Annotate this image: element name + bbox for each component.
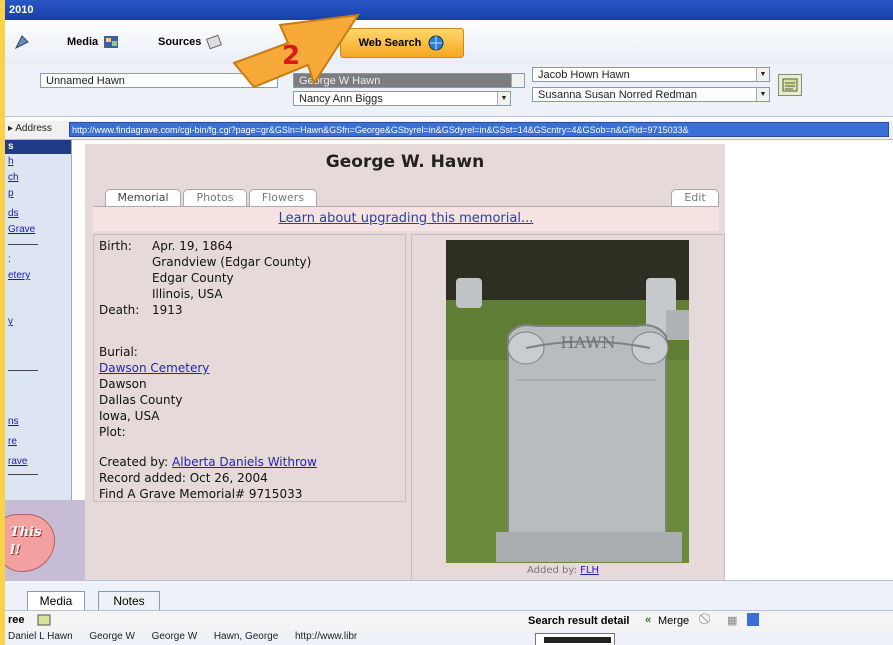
promo-heart[interactable]: This l!: [5, 514, 55, 572]
family-view-button[interactable]: [778, 74, 802, 96]
divider: [8, 244, 38, 245]
creator-link[interactable]: Alberta Daniels Withrow: [172, 455, 317, 469]
record-added: Record added: Oct 26, 2004: [99, 471, 268, 485]
nav-link[interactable]: ns: [8, 416, 19, 427]
nav-header: s: [5, 140, 71, 154]
address-label: ▸ Address: [8, 123, 52, 134]
photo-uploader-link[interactable]: FLH: [580, 565, 599, 576]
result-row[interactable]: Daniel L Hawn George W George W Hawn, Ge…: [8, 631, 357, 642]
media-button-label: Media: [67, 36, 99, 48]
created-by: Created by: Alberta Daniels Withrow: [99, 455, 317, 469]
media-button[interactable]: Media: [67, 30, 120, 54]
person-name: Unnamed Hawn: [46, 75, 125, 87]
sources-button[interactable]: Sources: [158, 30, 223, 54]
promo-area: This l!: [5, 500, 85, 580]
photo-caption: Added by: FLH: [527, 565, 599, 576]
bottom-toolbar: ree Search result detail « Merge ⃠ ▦: [5, 610, 893, 631]
selected-tool-icon[interactable]: [747, 613, 759, 626]
right-blank-pane: [725, 140, 893, 580]
web-search-label: Web Search: [358, 37, 422, 49]
birth-state: Illinois, USA: [152, 287, 223, 301]
tab-flowers[interactable]: Flowers: [249, 189, 317, 206]
memorial-page: George W. Hawn Memorial Photos Flowers E…: [85, 144, 725, 582]
birth-place: Grandview (Edgar County): [152, 255, 312, 269]
memorial-details: Birth: Apr. 19, 1864 Grandview (Edgar Co…: [93, 234, 406, 502]
address-bar: ▸ Address http://www.findagrave.com/cgi-…: [5, 121, 893, 140]
media-icon: [104, 36, 119, 48]
tab-edit[interactable]: Edit: [671, 189, 719, 206]
tab-media[interactable]: Media: [27, 591, 85, 610]
memorial-number: Find A Grave Memorial# 9715033: [99, 487, 303, 501]
notes-icon: [782, 78, 798, 92]
father-field[interactable]: Jacob Hown Hawn ▼: [532, 67, 770, 82]
birth-date: Apr. 19, 1864: [152, 239, 233, 253]
cemetery-link[interactable]: Dawson Cemetery: [99, 361, 209, 375]
nav-label: :: [8, 254, 11, 265]
merge-button[interactable]: Merge: [658, 615, 689, 627]
window-title: 2010: [9, 4, 34, 16]
result-thumbnail: [535, 633, 615, 645]
nav-link[interactable]: re: [8, 436, 17, 447]
tutorial-step-arrow: 2: [230, 5, 365, 110]
notes-icon[interactable]: [37, 614, 51, 626]
chevron-down-icon[interactable]: ▼: [511, 74, 524, 87]
nav-link[interactable]: y: [8, 316, 13, 327]
zoom-icon[interactable]: ▦: [727, 614, 737, 627]
toolbar-back-icon[interactable]: [13, 30, 31, 54]
photo-panel: HAWN Added by: FLH: [411, 234, 725, 582]
bottom-panel: Media Notes ree Search result detail « M…: [5, 580, 893, 645]
plot-label: Plot:: [99, 425, 126, 439]
burial-county: Dallas County: [99, 393, 183, 407]
birth-county: Edgar County: [152, 271, 234, 285]
family-navigator: Unnamed Hawn George W Hawn ▼ Nancy Ann B…: [5, 64, 893, 117]
chevron-down-icon[interactable]: ▼: [756, 68, 769, 81]
chevron-down-icon[interactable]: ▼: [756, 88, 769, 101]
mother-field[interactable]: Susanna Susan Norred Redman ▼: [532, 87, 770, 102]
step-number: 2: [282, 41, 301, 71]
app-window: 2010 Media Sources Web Search Unnamed Ha…: [5, 0, 893, 645]
headstone-photo[interactable]: HAWN: [446, 240, 689, 563]
upgrade-link[interactable]: Learn about upgrading this memorial...: [93, 206, 719, 231]
sources-button-label: Sources: [158, 36, 202, 48]
address-input[interactable]: http://www.findagrave.com/cgi-bin/fg.cgi…: [69, 122, 889, 137]
chevron-down-icon[interactable]: ▼: [497, 92, 510, 105]
death-date: 1913: [152, 303, 183, 317]
main-toolbar: Media Sources Web Search: [5, 20, 893, 65]
nav-link[interactable]: etery: [8, 270, 30, 281]
nav-link[interactable]: rave: [8, 456, 27, 467]
tab-memorial[interactable]: Memorial: [105, 189, 181, 206]
tab-photos[interactable]: Photos: [183, 189, 247, 206]
page-title: George W. Hawn: [325, 152, 485, 172]
merge-icon: «: [645, 614, 652, 626]
death-label: Death:: [99, 303, 140, 317]
burial-city: Dawson: [99, 377, 147, 391]
nav-link[interactable]: h: [8, 156, 14, 167]
compass-icon: [14, 35, 29, 50]
nav-link[interactable]: ch: [8, 172, 19, 183]
divider: [8, 370, 38, 371]
birth-label: Birth:: [99, 239, 132, 253]
nav-link[interactable]: ds: [8, 208, 19, 219]
nav-link[interactable]: p: [8, 188, 14, 199]
globe-icon: [428, 35, 444, 51]
burial-label: Burial:: [99, 345, 138, 359]
burial-state: Iowa, USA: [99, 409, 160, 423]
title-bar: 2010: [5, 0, 893, 20]
search-result-label: Search result detail: [528, 615, 630, 627]
findagrave-left-nav: s h ch p ds Grave : etery y ns re rave: [5, 140, 72, 500]
sources-icon: [206, 34, 223, 50]
headstone-inscription: HAWN: [560, 333, 615, 352]
mother-name: Susanna Susan Norred Redman: [538, 89, 697, 101]
divider: [8, 474, 38, 475]
nav-link[interactable]: Grave: [8, 224, 35, 235]
tree-label: ree: [8, 614, 25, 626]
father-name: Jacob Hown Hawn: [538, 69, 630, 81]
tab-notes[interactable]: Notes: [98, 591, 160, 610]
